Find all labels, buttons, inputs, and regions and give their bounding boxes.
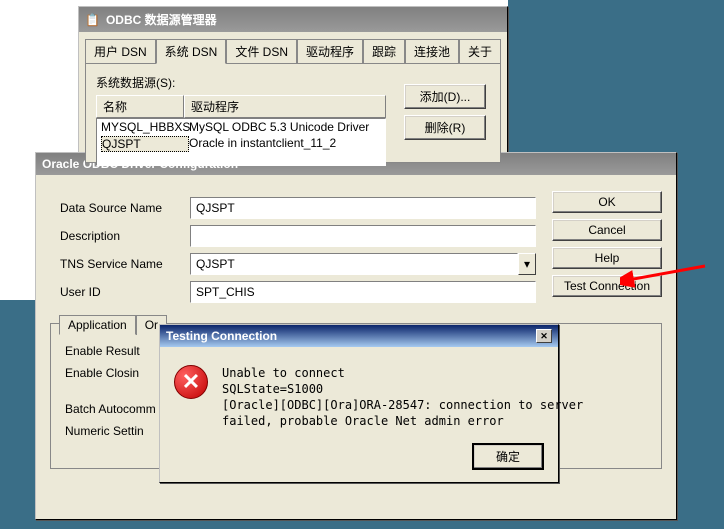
error-ok-button[interactable]: 确定 bbox=[472, 443, 544, 470]
odbc-admin-titlebar[interactable]: 📋 ODBC 数据源管理器 bbox=[79, 7, 507, 32]
error-message: Unable to connect SQLState=S1000 [Oracle… bbox=[222, 365, 583, 429]
userid-input[interactable] bbox=[190, 281, 536, 303]
tns-combobox[interactable] bbox=[190, 253, 518, 275]
ok-button[interactable]: OK bbox=[552, 191, 662, 213]
remove-button[interactable]: 删除(R) bbox=[404, 115, 486, 140]
tab-file-dsn[interactable]: 文件 DSN bbox=[226, 39, 297, 64]
error-titlebar[interactable]: Testing Connection ✕ bbox=[160, 325, 558, 347]
dsn-listbox[interactable]: MYSQL_HBBXS MySQL ODBC 5.3 Unicode Drive… bbox=[96, 118, 386, 166]
dsn-input[interactable] bbox=[190, 197, 536, 219]
dsn-label: Data Source Name bbox=[60, 201, 190, 215]
dsn-list-header: 名称 驱动程序 bbox=[96, 95, 386, 118]
col-name[interactable]: 名称 bbox=[96, 95, 184, 118]
subtab-application[interactable]: Application bbox=[59, 315, 136, 335]
tab-drivers[interactable]: 驱动程序 bbox=[297, 39, 363, 64]
col-driver[interactable]: 驱动程序 bbox=[184, 95, 386, 118]
add-button[interactable]: 添加(D)... bbox=[404, 84, 486, 109]
cancel-button[interactable]: Cancel bbox=[552, 219, 662, 241]
chevron-down-icon[interactable]: ▾ bbox=[518, 253, 536, 275]
list-item[interactable]: MYSQL_HBBXS MySQL ODBC 5.3 Unicode Drive… bbox=[97, 119, 385, 135]
help-button[interactable]: Help bbox=[552, 247, 662, 269]
close-icon[interactable]: ✕ bbox=[536, 329, 552, 343]
desc-label: Description bbox=[60, 229, 190, 243]
tab-trace[interactable]: 跟踪 bbox=[363, 39, 405, 64]
odbc-admin-title: ODBC 数据源管理器 bbox=[106, 11, 217, 28]
dsn-driver: MySQL ODBC 5.3 Unicode Driver bbox=[189, 120, 369, 134]
error-title: Testing Connection bbox=[166, 329, 277, 343]
error-icon: ✕ bbox=[174, 365, 208, 399]
app-icon: 📋 bbox=[85, 13, 100, 27]
odbc-admin-window: 📋 ODBC 数据源管理器 用户 DSN 系统 DSN 文件 DSN 驱动程序 … bbox=[78, 6, 508, 170]
tns-label: TNS Service Name bbox=[60, 257, 190, 271]
dsn-driver: Oracle in instantclient_11_2 bbox=[189, 136, 336, 152]
dsn-name: MYSQL_HBBXS bbox=[101, 120, 189, 134]
odbc-tabstrip: 用户 DSN 系统 DSN 文件 DSN 驱动程序 跟踪 连接池 关于 bbox=[79, 32, 507, 63]
desc-input[interactable] bbox=[190, 225, 536, 247]
tab-pool[interactable]: 连接池 bbox=[405, 39, 459, 64]
test-connection-button[interactable]: Test Connection bbox=[552, 275, 662, 297]
tab-system-dsn[interactable]: 系统 DSN bbox=[156, 39, 227, 64]
tab-user-dsn[interactable]: 用户 DSN bbox=[85, 39, 156, 64]
error-dialog: Testing Connection ✕ ✕ Unable to connect… bbox=[159, 324, 559, 483]
tab-about[interactable]: 关于 bbox=[459, 39, 501, 64]
dsn-name: QJSPT bbox=[101, 136, 189, 152]
list-item[interactable]: QJSPT Oracle in instantclient_11_2 bbox=[97, 135, 385, 153]
userid-label: User ID bbox=[60, 285, 190, 299]
odbc-tab-body: 系统数据源(S): 名称 驱动程序 MYSQL_HBBXS MySQL ODBC… bbox=[85, 63, 501, 163]
